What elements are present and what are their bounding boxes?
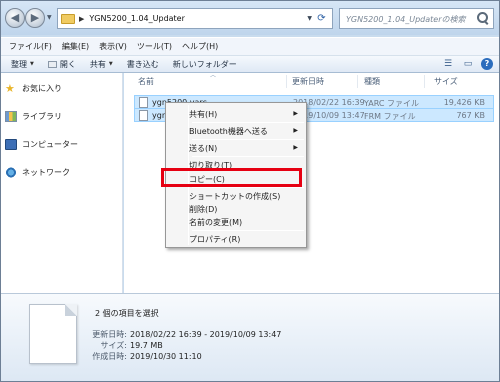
submenu-arrow-icon: ▶ [293, 110, 298, 117]
file-icon [139, 110, 148, 121]
menu-file[interactable]: ファイル(F) [9, 41, 52, 52]
explorer-window: ◀ ▶ ▼ ▶ YGN5200_1.04_Updater ▼ ⟳ YGN5200… [0, 0, 500, 382]
new-folder-button[interactable]: 新しいフォルダー [173, 59, 237, 70]
nav-favorites-label: お気に入り [22, 84, 62, 93]
computer-icon [5, 139, 17, 150]
column-header-type[interactable]: 種類 [364, 73, 380, 90]
selection-count: 2 個の項目を選択 [95, 309, 159, 318]
breadcrumb-chevron-icon[interactable]: ▶ [79, 15, 84, 23]
created-label: 作成日時: [92, 352, 127, 361]
share-button[interactable]: 共有 ▼ [90, 59, 113, 70]
menu-separator [192, 230, 304, 231]
view-options-icon[interactable]: ☰ [441, 58, 455, 70]
menu-item-send-to[interactable]: 送る(N) [189, 143, 217, 154]
address-dropdown-icon[interactable]: ▼ [307, 15, 312, 22]
network-icon [5, 167, 17, 178]
burn-button[interactable]: 書き込む [127, 59, 159, 70]
organize-label: 整理 [11, 59, 27, 69]
menu-item-create-shortcut[interactable]: ショートカットの作成(S) [189, 191, 280, 202]
organize-button[interactable]: 整理 ▼ [11, 59, 34, 70]
created-value: 2019/10/30 11:10 [130, 352, 202, 361]
search-input[interactable]: YGN5200_1.04_Updaterの検索 [339, 8, 494, 29]
column-divider[interactable] [424, 75, 425, 88]
submenu-arrow-icon: ▶ [293, 127, 298, 134]
menu-help[interactable]: ヘルプ(H) [182, 41, 218, 52]
menu-item-properties[interactable]: プロパティ(R) [189, 234, 240, 245]
modified-value: 2018/02/22 16:39 - 2019/10/09 13:47 [130, 330, 282, 339]
help-icon[interactable]: ? [481, 58, 493, 70]
menu-edit[interactable]: 編集(E) [62, 41, 89, 52]
file-size: 19,426 KB [443, 98, 485, 107]
command-bar: 整理 ▼ 開く 共有 ▼ 書き込む 新しいフォルダー ☰ ▭ ? [1, 56, 499, 73]
nav-item-computer[interactable]: コンピューター [5, 139, 78, 150]
menu-bar: ファイル(F) 編集(E) 表示(V) ツール(T) ヘルプ(H) [1, 37, 499, 56]
size-value: 19.7 MB [130, 341, 163, 350]
file-size: 767 KB [456, 111, 485, 120]
file-icon [139, 97, 148, 108]
chevron-down-icon: ▼ [30, 61, 34, 67]
open-button[interactable]: 開く [47, 59, 76, 70]
new-folder-label: 新しいフォルダー [172, 59, 237, 69]
menu-item-delete[interactable]: 削除(D) [189, 204, 217, 215]
sort-indicator-icon: ︿ [210, 72, 217, 79]
menu-tools[interactable]: ツール(T) [137, 41, 172, 52]
file-type: FRM ファイル [364, 112, 416, 121]
column-header-name[interactable]: 名前 [138, 73, 154, 90]
menu-view[interactable]: 表示(V) [99, 41, 127, 52]
view-controls: ☰ ▭ ? [435, 58, 493, 70]
nav-item-network[interactable]: ネットワーク [5, 167, 70, 178]
breadcrumb-current[interactable]: YGN5200_1.04_Updater [89, 14, 185, 23]
modified-label: 更新日時: [92, 330, 127, 339]
column-header-size[interactable]: サイズ [434, 73, 458, 90]
nav-computer-label: コンピューター [22, 140, 78, 149]
nav-network-label: ネットワーク [22, 168, 70, 177]
submenu-arrow-icon: ▶ [293, 144, 298, 151]
detail-created: 作成日時: 2019/10/30 11:10 [65, 351, 202, 362]
menu-separator [192, 139, 304, 140]
detail-size: サイズ: 19.7 MB [65, 340, 163, 351]
menu-separator [192, 122, 304, 123]
nav-libraries-label: ライブラリ [22, 112, 62, 121]
menu-item-share[interactable]: 共有(H) [189, 109, 217, 120]
back-button[interactable]: ◀ [5, 8, 25, 28]
column-divider[interactable] [357, 75, 358, 88]
detail-modified: 更新日時: 2018/02/22 16:39 - 2019/10/09 13:47 [65, 329, 281, 340]
search-icon[interactable] [476, 11, 490, 25]
menu-item-bluetooth[interactable]: Bluetooth機器へ送る [189, 126, 268, 137]
burn-label: 書き込む [126, 59, 159, 69]
menu-separator [192, 156, 304, 157]
column-header-date[interactable]: 更新日時 [292, 73, 324, 90]
nav-item-libraries[interactable]: ライブラリ [5, 111, 62, 122]
library-icon [5, 111, 17, 122]
copy-highlight-box [161, 168, 302, 187]
folder-icon [61, 13, 75, 24]
chevron-down-icon: ▼ [108, 61, 113, 67]
address-toolbar: ◀ ▶ ▼ ▶ YGN5200_1.04_Updater ▼ ⟳ YGN5200… [1, 1, 499, 35]
preview-pane-icon[interactable]: ▭ [461, 58, 475, 70]
share-label: 共有 [89, 59, 106, 69]
star-icon: ★ [5, 82, 15, 95]
column-divider[interactable] [286, 75, 287, 88]
navigation-pane: ★ お気に入り ライブラリ コンピューター ネットワーク [1, 73, 123, 293]
nav-item-favorites[interactable]: ★ お気に入り [5, 83, 62, 94]
search-placeholder: YGN5200_1.04_Updaterの検索 [346, 15, 466, 24]
forward-button[interactable]: ▶ [25, 8, 45, 28]
refresh-icon[interactable]: ⟳ [314, 11, 329, 26]
menu-separator [192, 187, 304, 188]
size-label: サイズ: [100, 341, 127, 350]
details-pane: 2 個の項目を選択 更新日時: 2018/02/22 16:39 - 2019/1… [1, 293, 499, 381]
menu-item-rename[interactable]: 名前の変更(M) [189, 217, 242, 228]
open-icon [47, 60, 57, 68]
recent-pages-dropdown-icon[interactable]: ▼ [47, 15, 53, 21]
address-bar[interactable]: ▶ YGN5200_1.04_Updater ▼ ⟳ [57, 8, 333, 29]
open-label: 開く [59, 59, 76, 69]
